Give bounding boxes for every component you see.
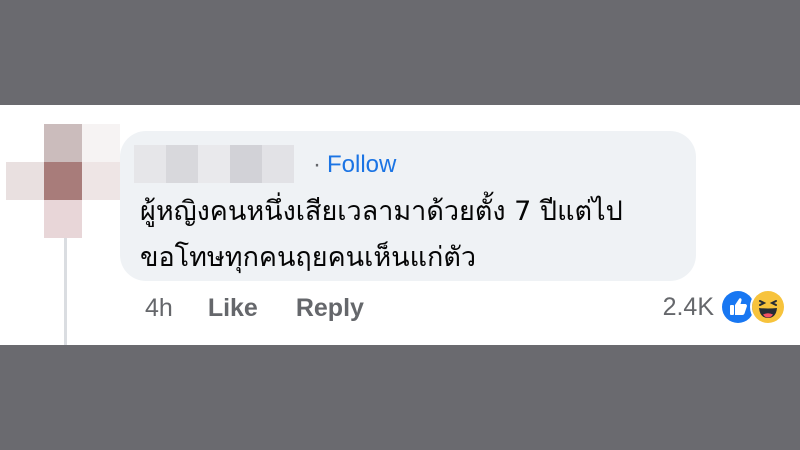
haha-icon: [750, 289, 786, 325]
reply-button[interactable]: Reply: [296, 294, 364, 323]
separator-dot: ·: [313, 151, 321, 178]
like-button[interactable]: Like: [208, 294, 258, 323]
reactions-summary[interactable]: 2.4K: [663, 287, 786, 327]
author-name-redacted[interactable]: [134, 145, 294, 183]
comment-bubble: · Follow ผู้หญิงคนหนึ่งเสียเวลามาด้วยตั้ง…: [120, 131, 696, 281]
follow-link[interactable]: · Follow: [313, 151, 396, 179]
thread-line: [64, 238, 67, 345]
avatar[interactable]: [6, 124, 120, 238]
screenshot-frame: · Follow ผู้หญิงคนหนึ่งเสียเวลามาด้วยตั้ง…: [0, 0, 800, 450]
timestamp[interactable]: 4h: [145, 294, 173, 323]
reaction-count: 2.4K: [662, 292, 714, 321]
follow-label[interactable]: Follow: [327, 151, 396, 178]
comment-actions: 4h Like Reply: [145, 290, 364, 326]
comment-text: ผู้หญิงคนหนึ่งเสียเวลามาด้วยตั้ง 7 ปีแต่…: [140, 196, 623, 273]
